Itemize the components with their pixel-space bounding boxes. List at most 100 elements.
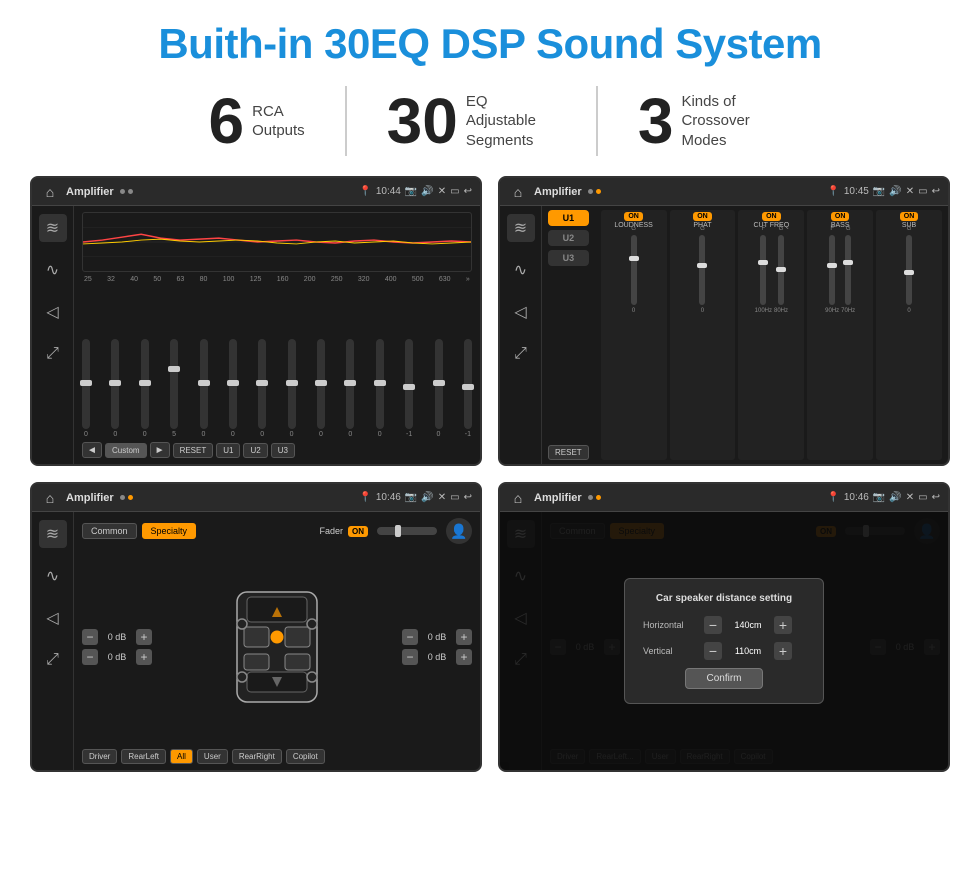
next-preset-btn[interactable]: ►: [150, 442, 170, 458]
sidebar-expand-icon[interactable]: ⤢: [39, 340, 67, 368]
loudness-slider-g[interactable]: [631, 235, 637, 305]
crossover-reset-btn[interactable]: RESET: [548, 445, 589, 460]
slider-track-160[interactable]: [317, 339, 325, 429]
common-tab[interactable]: Common: [82, 523, 137, 539]
distance-screen: ⌂ Amplifier 📍 10:46 📷 🔊 ✕ ▭ ↩: [498, 482, 950, 772]
slider-thumb-200[interactable]: [344, 380, 356, 386]
sidebar-speaker-icon[interactable]: ◁: [39, 298, 67, 326]
slider-track-63[interactable]: [200, 339, 208, 429]
slider-track-80[interactable]: [229, 339, 237, 429]
sidebar-eq-icon[interactable]: ≋: [39, 214, 67, 242]
slider-thumb-160[interactable]: [315, 380, 327, 386]
slider-track-50[interactable]: [170, 339, 178, 429]
u2-btn[interactable]: U2: [243, 443, 267, 458]
rearleft-minus[interactable]: −: [82, 649, 98, 665]
u3-btn[interactable]: U3: [271, 443, 295, 458]
phat-slider[interactable]: [699, 235, 705, 305]
slider-thumb-40[interactable]: [139, 380, 151, 386]
slider-thumb-500[interactable]: [462, 384, 474, 390]
vertical-minus-btn[interactable]: −: [704, 642, 722, 660]
slider-thumb-25[interactable]: [80, 380, 92, 386]
band-phat-on[interactable]: ON: [693, 212, 712, 221]
sidebar-wave-icon-3[interactable]: ∿: [39, 562, 67, 590]
slider-track-25[interactable]: [82, 339, 90, 429]
specialty-tab[interactable]: Specialty: [142, 523, 197, 539]
slider-track-100[interactable]: [258, 339, 266, 429]
horizontal-plus-btn[interactable]: +: [774, 616, 792, 634]
slider-track-500[interactable]: [464, 339, 472, 429]
slider-thumb-250[interactable]: [374, 380, 386, 386]
slider-track-32[interactable]: [111, 339, 119, 429]
u1-btn[interactable]: U1: [216, 443, 240, 458]
band-cutfreq-on[interactable]: ON: [762, 212, 781, 221]
sidebar-wave-icon[interactable]: ∿: [39, 256, 67, 284]
stat-label-rca: RCAOutputs: [252, 102, 305, 141]
sidebar-speaker-icon-2[interactable]: ◁: [507, 298, 535, 326]
cutfreq-slider-f[interactable]: [760, 235, 766, 305]
channel-u3-btn[interactable]: U3: [548, 250, 589, 266]
band-bass-on[interactable]: ON: [831, 212, 850, 221]
vertical-plus-btn[interactable]: +: [774, 642, 792, 660]
prev-preset-btn[interactable]: ◄: [82, 442, 102, 458]
confirm-button[interactable]: Confirm: [685, 668, 762, 689]
slider-track-125[interactable]: [288, 339, 296, 429]
slider-track-40[interactable]: [141, 339, 149, 429]
sidebar-wave-icon-2[interactable]: ∿: [507, 256, 535, 284]
slider-track-200[interactable]: [346, 339, 354, 429]
profile-icon[interactable]: 👤: [446, 518, 472, 544]
rearright-plus[interactable]: +: [456, 649, 472, 665]
cutfreq-slider-g[interactable]: [778, 235, 784, 305]
bass-slider-g[interactable]: [845, 235, 851, 305]
all-bottom-btn[interactable]: All: [170, 749, 193, 764]
slider-thumb-400[interactable]: [433, 380, 445, 386]
horizontal-minus-btn[interactable]: −: [704, 616, 722, 634]
channel-u2-btn[interactable]: U2: [548, 230, 589, 246]
rearright-bottom-btn[interactable]: RearRight: [232, 749, 282, 764]
slider-thumb-63[interactable]: [198, 380, 210, 386]
channel-u1-btn[interactable]: U1: [548, 210, 589, 226]
sidebar-eq-icon-3[interactable]: ≋: [39, 520, 67, 548]
home-icon-3[interactable]: ⌂: [40, 488, 60, 508]
user-bottom-btn[interactable]: User: [197, 749, 228, 764]
home-icon-2[interactable]: ⌂: [508, 182, 528, 202]
rearleft-bottom-btn[interactable]: RearLeft: [121, 749, 166, 764]
cutfreq-val-g: 80Hz: [774, 308, 788, 314]
band-cutfreq: ON CUT FREQ F 100Hz: [738, 210, 804, 460]
rearleft-plus[interactable]: +: [136, 649, 152, 665]
freq-25: 25: [84, 276, 92, 283]
sidebar-expand-icon-3[interactable]: ⤢: [39, 646, 67, 674]
sidebar-eq-icon-2[interactable]: ≋: [507, 214, 535, 242]
close-icon-3: ✕: [438, 492, 446, 503]
fader-slider[interactable]: [377, 527, 437, 535]
topbar-icons-4: 📍 10:46 📷 🔊 ✕ ▭ ↩: [827, 492, 940, 503]
fader-content: ≋ ∿ ◁ ⤢ Common Specialty Fader ON: [32, 512, 480, 770]
slider-thumb-100[interactable]: [256, 380, 268, 386]
slider-track-320[interactable]: [405, 339, 413, 429]
copilot-plus[interactable]: +: [456, 629, 472, 645]
home-icon[interactable]: ⌂: [40, 182, 60, 202]
slider-thumb-80[interactable]: [227, 380, 239, 386]
fader-on-badge[interactable]: ON: [348, 526, 368, 537]
home-icon-4[interactable]: ⌂: [508, 488, 528, 508]
slider-thumb-32[interactable]: [109, 380, 121, 386]
bass-slider-f[interactable]: [829, 235, 835, 305]
sidebar-expand-icon-2[interactable]: ⤢: [507, 340, 535, 368]
copilot-bottom-btn[interactable]: Copilot: [286, 749, 325, 764]
driver-bottom-btn[interactable]: Driver: [82, 749, 117, 764]
sub-slider[interactable]: [906, 235, 912, 305]
slider-thumb-125[interactable]: [286, 380, 298, 386]
driver-minus[interactable]: −: [82, 629, 98, 645]
reset-btn[interactable]: RESET: [173, 443, 214, 458]
sidebar-speaker-icon-3[interactable]: ◁: [39, 604, 67, 632]
slider-thumb-50[interactable]: [168, 366, 180, 372]
rearright-minus[interactable]: −: [402, 649, 418, 665]
custom-preset-btn[interactable]: Custom: [105, 443, 147, 458]
band-sub-on[interactable]: ON: [900, 212, 919, 221]
copilot-minus[interactable]: −: [402, 629, 418, 645]
slider-track-400[interactable]: [435, 339, 443, 429]
fader-bottom-buttons: Driver RearLeft All User RearRight Copil…: [82, 749, 472, 764]
slider-thumb-320[interactable]: [403, 384, 415, 390]
slider-track-250[interactable]: [376, 339, 384, 429]
driver-plus[interactable]: +: [136, 629, 152, 645]
band-loudness-on[interactable]: ON: [624, 212, 643, 221]
